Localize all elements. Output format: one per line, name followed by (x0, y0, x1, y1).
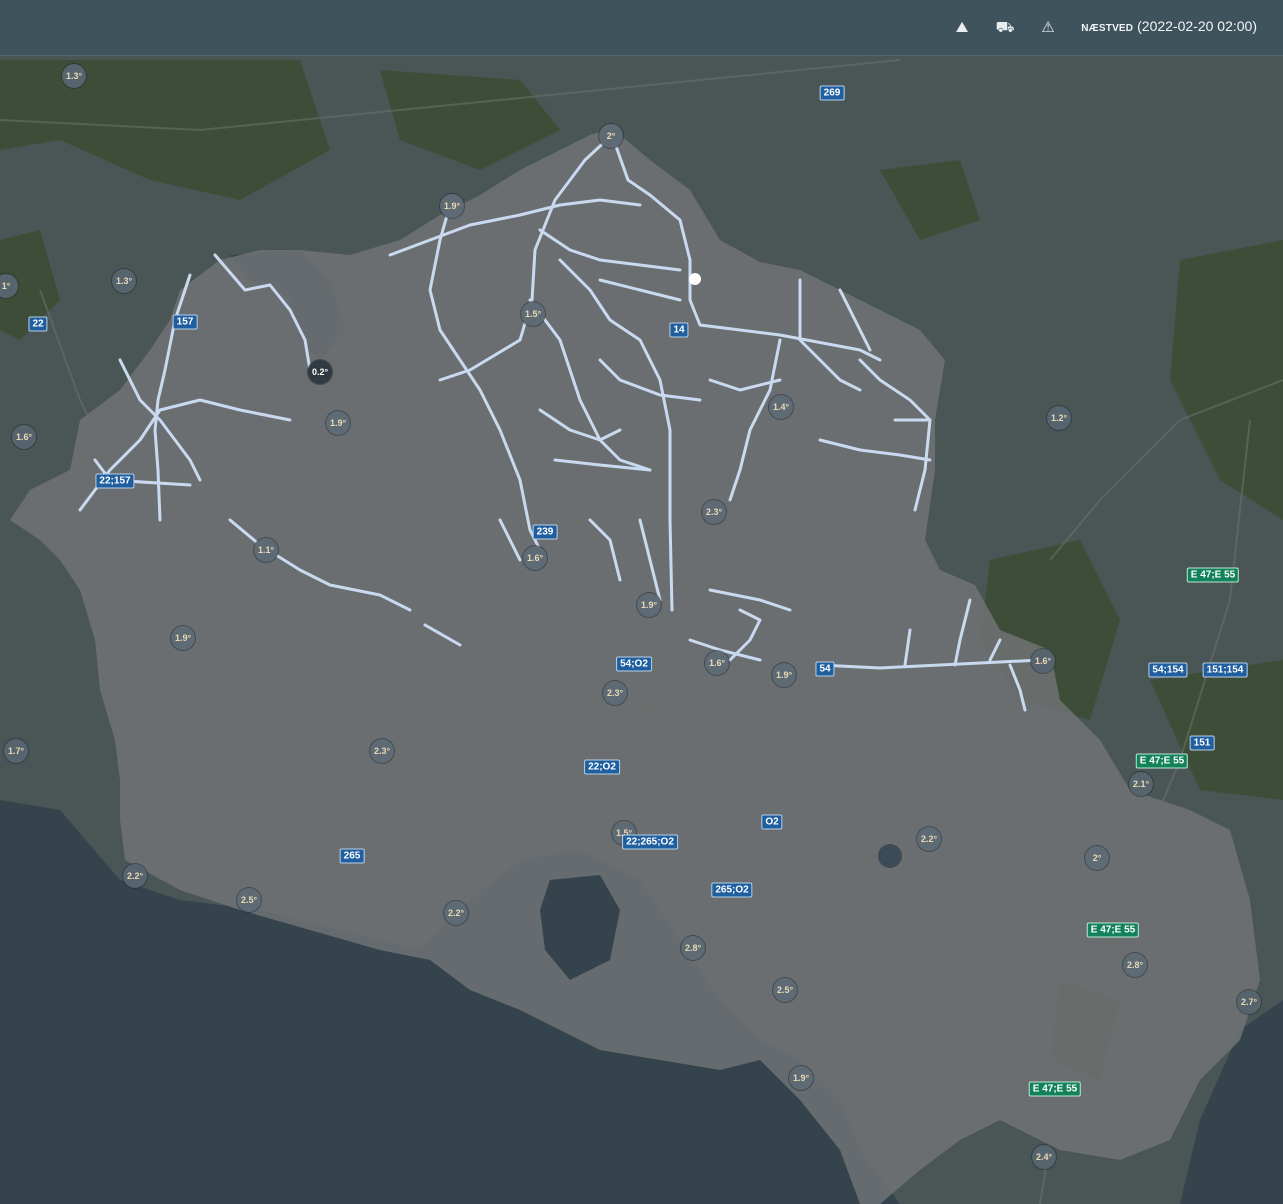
empty-station-marker (878, 844, 902, 868)
road-number-label: 22;157 (95, 473, 135, 489)
temperature-marker[interactable]: 2° (599, 124, 623, 148)
warning-icon[interactable]: ⚠ (1037, 16, 1059, 38)
map-view[interactable]: 1.3° 2° 1.9° 1° 1.3° 1.5° 0.2° 1.9° 1.6° 1.4° 1.2°… (0, 56, 1283, 1204)
road-number-label: 22;265;O2 (622, 834, 678, 850)
current-position-dot (689, 273, 701, 285)
temperature-marker[interactable]: 1.4° (769, 395, 793, 419)
temperature-marker[interactable]: 2.2° (123, 864, 147, 888)
temperature-marker[interactable]: 2.5° (237, 888, 261, 912)
road-number-label: 265 (339, 848, 365, 864)
road-number-label: 54;154 (1148, 662, 1188, 678)
road-number-label: 14 (669, 322, 689, 338)
temperature-marker[interactable]: 2.2° (444, 901, 468, 925)
road-number-label: 54;O2 (616, 656, 652, 672)
road-number-label: E 47;E 55 (1135, 753, 1189, 769)
temperature-marker[interactable]: 1.7° (4, 739, 28, 763)
road-icon[interactable]: ⛰ (951, 16, 973, 38)
temperature-marker[interactable]: 1.5° (521, 302, 545, 326)
road-number-label: 22 (28, 316, 48, 332)
temperature-marker[interactable]: 2.3° (702, 500, 726, 524)
temperature-marker[interactable]: 2.4° (1032, 1145, 1056, 1169)
temperature-marker[interactable]: 2° (1085, 846, 1109, 870)
temperature-marker[interactable]: 2.3° (603, 681, 627, 705)
temperature-marker[interactable]: 2.1° (1129, 772, 1153, 796)
road-number-label: 151 (1189, 735, 1215, 751)
temperature-marker[interactable]: 2.2° (917, 827, 941, 851)
road-number-label: E 47;E 55 (1028, 1081, 1082, 1097)
temperature-marker[interactable]: 1.3° (62, 64, 86, 88)
temperature-marker[interactable]: 2.3° (370, 739, 394, 763)
location-timestamp: NÆSTVED (2022-02-20 02:00) (1081, 18, 1257, 34)
location-name: NÆSTVED (1081, 23, 1134, 34)
temperature-marker[interactable]: 1.9° (789, 1066, 813, 1090)
temperature-marker[interactable]: 1.9° (637, 593, 661, 617)
road-number-label: E 47;E 55 (1186, 567, 1240, 583)
temperature-marker[interactable]: 1.6° (12, 425, 36, 449)
temperature-marker[interactable]: 2.8° (681, 936, 705, 960)
top-bar: ⛰ ⛟ ⚠ NÆSTVED (2022-02-20 02:00) (0, 0, 1283, 56)
temperature-marker[interactable]: 1.1° (254, 538, 278, 562)
temperature-marker[interactable]: 1.3° (112, 269, 136, 293)
temperature-marker[interactable]: 0.2° (308, 360, 332, 384)
road-number-label: 22;O2 (584, 759, 620, 775)
road-number-label: 269 (819, 85, 845, 101)
road-number-label: 151;154 (1202, 662, 1248, 678)
road-number-label: O2 (761, 814, 783, 830)
temperature-marker[interactable]: 2.7° (1237, 990, 1261, 1014)
temperature-marker[interactable]: 1.9° (326, 411, 350, 435)
timestamp: (2022-02-20 02:00) (1137, 18, 1257, 34)
temperature-marker[interactable]: 1.9° (772, 663, 796, 687)
temperature-marker[interactable]: 1.2° (1047, 406, 1071, 430)
road-number-label: E 47;E 55 (1086, 922, 1140, 938)
temperature-marker[interactable]: 2.5° (773, 978, 797, 1002)
temperature-marker[interactable]: 1.6° (523, 546, 547, 570)
road-number-label: 265;O2 (711, 882, 753, 898)
temperature-marker[interactable]: 1.6° (1031, 649, 1055, 673)
temperature-marker[interactable]: 2.8° (1123, 953, 1147, 977)
road-number-label: 157 (172, 314, 198, 330)
salt-truck-icon[interactable]: ⛟ (994, 16, 1016, 38)
temperature-marker[interactable]: 1.9° (440, 194, 464, 218)
road-number-label: 54 (815, 661, 835, 677)
temperature-marker[interactable]: 1.9° (171, 626, 195, 650)
road-number-label: 239 (532, 524, 558, 540)
temperature-marker[interactable]: 1.6° (705, 651, 729, 675)
